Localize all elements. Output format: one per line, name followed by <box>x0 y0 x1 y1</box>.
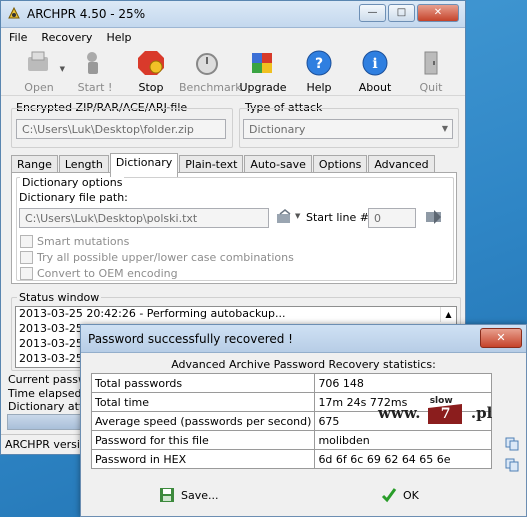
app-icon <box>8 6 20 19</box>
menu-recovery[interactable]: Recovery <box>41 31 92 44</box>
stop-icon <box>138 51 164 75</box>
copy-hex-icon[interactable] <box>505 458 519 472</box>
help-button[interactable]: ? Help <box>291 47 347 95</box>
stats-heading: Advanced Archive Password Recovery stati… <box>171 358 436 371</box>
status-line: 2013-03-25 20:42:26 - Performing autobac… <box>19 307 286 320</box>
stat-value: 6d 6f 6c 69 62 64 65 6e <box>314 449 492 469</box>
dictionary-options-icon[interactable] <box>425 209 443 225</box>
archive-path-field[interactable]: C:\Users\Luk\Desktop\folder.zip <box>16 119 226 139</box>
case-combinations-label: Try all possible upper/lower case combin… <box>37 251 294 264</box>
open-button[interactable]: ▼ Open <box>11 47 67 95</box>
checkbox-box[interactable] <box>20 251 33 264</box>
watermark-prefix: www. <box>378 404 421 422</box>
oem-encoding-checkbox[interactable]: Convert to OEM encoding <box>20 267 178 280</box>
status-window-label: Status window <box>17 291 102 304</box>
table-row: Password for this file molibden <box>90 430 492 450</box>
open-label: Open <box>24 81 54 94</box>
tab-strip: Range Length Dictionary Plain-text Auto-… <box>11 153 436 177</box>
oem-encoding-label: Convert to OEM encoding <box>37 267 178 280</box>
tab-dictionary[interactable]: Dictionary <box>109 153 179 177</box>
help-label: Help <box>306 81 332 94</box>
time-elapsed-label: Time elapsed: <box>8 387 86 400</box>
menu-file[interactable]: File <box>9 31 27 44</box>
watermark-suffix: .pl <box>470 404 493 422</box>
benchmark-label: Benchmark <box>179 81 242 94</box>
watermark-badge-top: slow <box>429 396 453 406</box>
ok-button[interactable]: OK <box>381 487 419 503</box>
minimize-button[interactable]: — <box>359 4 386 22</box>
toolbar: ▼ Open Start ! Stop Benchmark Upgrade ? … <box>1 47 465 96</box>
start-icon <box>87 52 98 74</box>
help-icon: ? <box>306 50 332 76</box>
dialog-title-bar[interactable]: Password successfully recovered ! ✕ <box>81 325 526 353</box>
about-label: About <box>358 81 392 94</box>
start-line-field[interactable]: 0 <box>368 208 416 228</box>
window-title: ARCHPR 4.50 - 25% <box>27 7 146 21</box>
benchmark-icon <box>196 53 218 75</box>
attack-type-select[interactable]: Dictionary ▼ <box>243 119 453 139</box>
smart-mutations-label: Smart mutations <box>37 235 130 248</box>
watermark-badge-num: 7 <box>440 406 451 422</box>
dialog-title: Password successfully recovered ! <box>88 332 293 346</box>
stop-label: Stop <box>138 81 164 94</box>
save-button[interactable]: Save... <box>159 487 219 503</box>
stat-key: Password for this file <box>90 430 316 450</box>
upgrade-button[interactable]: Upgrade <box>235 47 291 95</box>
attack-type-value: Dictionary <box>249 123 306 136</box>
stop-button[interactable]: Stop <box>123 47 179 95</box>
title-bar[interactable]: ARCHPR 4.50 - 25% — □ ✕ <box>1 1 465 28</box>
stat-key: Password in HEX <box>90 449 316 469</box>
quit-label: Quit <box>419 81 443 94</box>
stat-value: 706 148 <box>314 373 492 393</box>
svg-text:i: i <box>372 56 377 72</box>
checkmark-icon <box>381 488 397 503</box>
watermark-logo: www. slow 7 .pl <box>378 396 493 426</box>
benchmark-button[interactable]: Benchmark <box>179 47 242 95</box>
open-icon <box>28 51 48 71</box>
stat-key: Average speed (passwords per second) <box>90 411 316 431</box>
watermark-badge: slow 7 <box>426 396 466 426</box>
maximize-button[interactable]: □ <box>388 4 415 22</box>
ok-label: OK <box>403 488 419 502</box>
start-line-label: Start line # <box>306 211 369 224</box>
about-button[interactable]: i About <box>347 47 403 95</box>
open-dropdown-icon[interactable]: ▼ <box>60 65 65 73</box>
stat-value: molibden <box>314 430 492 450</box>
menu-help[interactable]: Help <box>106 31 131 44</box>
menu-bar: File Recovery Help <box>1 28 465 47</box>
upgrade-label: Upgrade <box>239 81 287 94</box>
quit-icon <box>424 51 438 75</box>
browse-dropdown-icon[interactable]: ▼ <box>295 212 300 220</box>
start-label: Start ! <box>77 81 113 94</box>
quit-button[interactable]: Quit <box>403 47 459 95</box>
close-button[interactable]: ✕ <box>417 4 459 22</box>
stat-key: Total passwords <box>90 373 316 393</box>
save-label: Save... <box>181 488 219 502</box>
upgrade-icon <box>252 53 272 73</box>
case-combinations-checkbox[interactable]: Try all possible upper/lower case combin… <box>20 251 294 264</box>
save-icon <box>160 488 174 502</box>
dictionary-panel: Dictionary options Dictionary file path:… <box>11 172 457 284</box>
scroll-up-button[interactable]: ▲ <box>440 307 456 322</box>
smart-mutations-checkbox[interactable]: Smart mutations <box>20 235 129 248</box>
about-icon: i <box>362 50 388 76</box>
chevron-down-icon: ▼ <box>441 124 448 133</box>
svg-text:?: ? <box>315 56 323 72</box>
copy-password-icon[interactable] <box>505 437 519 451</box>
browse-folder-icon[interactable] <box>276 209 292 225</box>
dictionary-options-label: Dictionary options <box>20 176 125 189</box>
dictionary-path-field[interactable]: C:\Users\Luk\Desktop\polski.txt <box>19 208 269 228</box>
checkbox-box[interactable] <box>20 267 33 280</box>
stat-key: Total time <box>90 392 316 412</box>
start-button[interactable]: Start ! <box>67 47 123 95</box>
table-row: Password in HEX 6d 6f 6c 69 62 64 65 6e <box>90 449 492 469</box>
dialog-close-button[interactable]: ✕ <box>480 328 522 348</box>
checkbox-box[interactable] <box>20 235 33 248</box>
dictionary-path-label: Dictionary file path: <box>19 191 128 204</box>
table-row: Total passwords 706 148 <box>90 373 492 393</box>
